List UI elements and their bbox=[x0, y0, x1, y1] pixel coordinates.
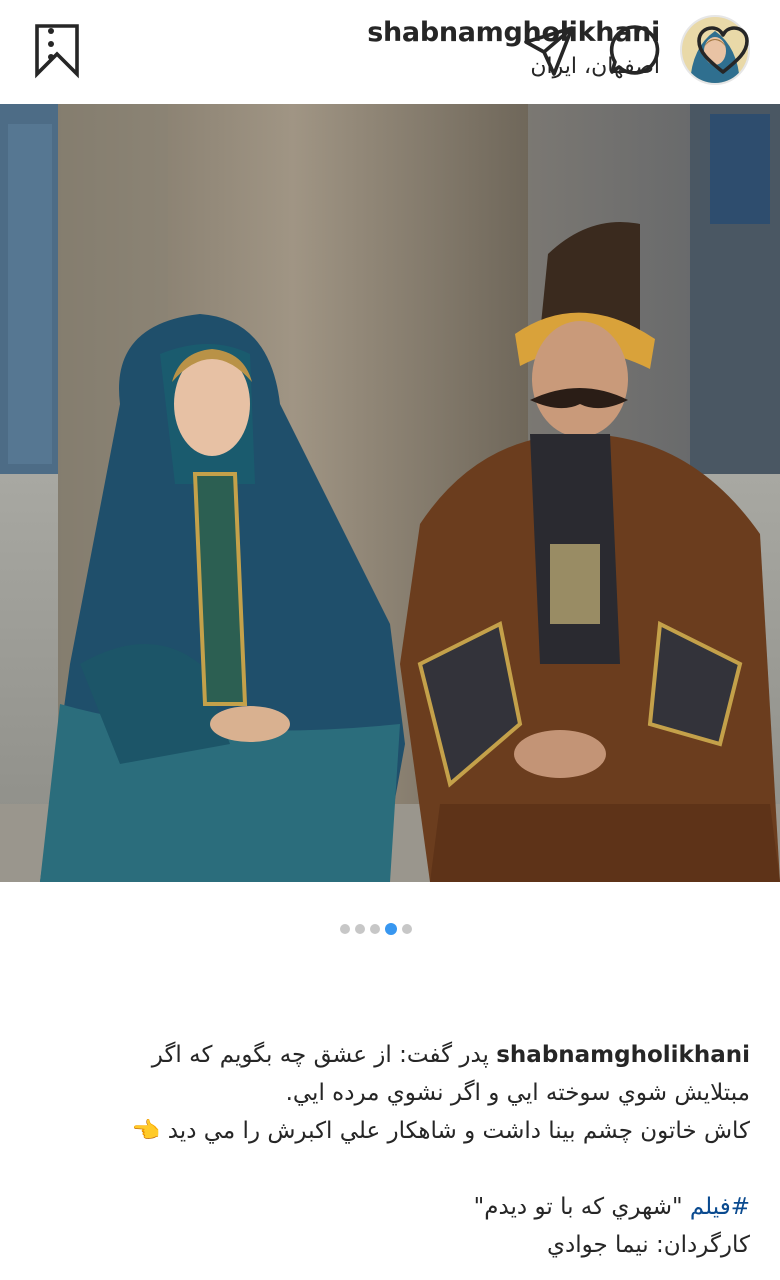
carousel-dot bbox=[402, 924, 412, 934]
carousel-dot bbox=[370, 924, 380, 934]
caption-line: كاش خاتون چشم بينا داشت و شاهكار علي اكب… bbox=[30, 1112, 750, 1150]
carousel-dot-active bbox=[385, 923, 397, 935]
carousel-dot bbox=[355, 924, 365, 934]
post-caption: shabnamgholikhani پدر گفت: از عشق چه بگو… bbox=[30, 1036, 750, 1264]
caption-username[interactable]: shabnamgholikhani bbox=[496, 1042, 750, 1068]
post-photo[interactable] bbox=[0, 104, 780, 882]
carousel-dot bbox=[340, 924, 350, 934]
hashtag-link[interactable]: #فيلم bbox=[690, 1194, 750, 1220]
pointing-hand-emoji: 👈 bbox=[131, 1118, 161, 1144]
send-icon[interactable] bbox=[520, 22, 578, 80]
caption-line: مبتلايش شوي سوخته ايي و اگر نشوي مرده اي… bbox=[285, 1080, 750, 1106]
caption-line: shabnamgholikhani پدر گفت: از عشق چه بگو… bbox=[30, 1036, 750, 1074]
carousel-indicator bbox=[340, 922, 412, 936]
heart-icon[interactable] bbox=[694, 22, 752, 80]
comment-icon[interactable] bbox=[606, 22, 664, 80]
caption-line: كارگردان: نيما جوادي bbox=[547, 1232, 750, 1258]
bookmark-icon[interactable] bbox=[28, 22, 86, 80]
caption-text: كاش خاتون چشم بينا داشت و شاهكار علي اكب… bbox=[167, 1118, 750, 1144]
film-title: "شهري كه با تو ديدم" bbox=[473, 1194, 683, 1220]
caption-text: پدر گفت: از عشق چه بگويم كه اگر bbox=[151, 1042, 489, 1068]
caption-line: #فيلم "شهري كه با تو ديدم" bbox=[30, 1188, 750, 1226]
